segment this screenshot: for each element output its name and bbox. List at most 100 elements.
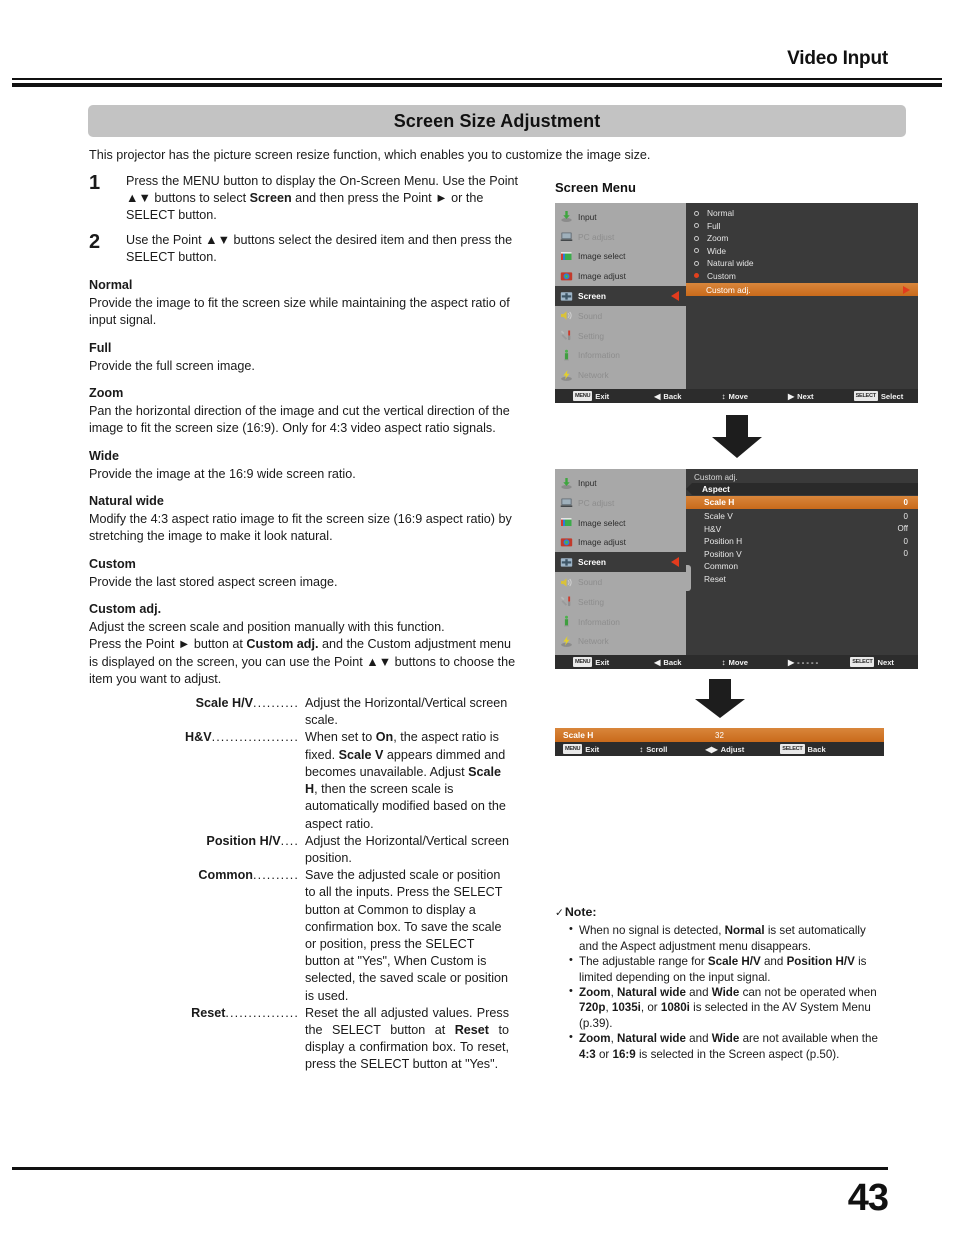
- osd-sidebar-item-pc-adjust[interactable]: PC adjust: [555, 227, 686, 247]
- osd-sidebar-item-image-adjust[interactable]: Image adjust: [555, 266, 686, 286]
- osd-foot-next[interactable]: ▶ Next: [788, 392, 814, 401]
- osd2-sidebar-item-setting[interactable]: Setting: [555, 592, 686, 612]
- adjustment-definition-list: Scale H/V.......... Adjust the Horizonta…: [89, 695, 509, 1073]
- osd2-foot-label-next: Next: [877, 657, 894, 667]
- custom-adj-paragraph: Press the Point ► button at Custom adj. …: [89, 637, 516, 686]
- osd-sidebar-item-screen[interactable]: Screen: [555, 286, 686, 306]
- cursor-left-icon: [671, 291, 679, 302]
- osd-item-value-position-h: 0: [903, 536, 908, 546]
- osd2-sidebar-label-information: Information: [578, 616, 620, 627]
- flow-arrow-1: [555, 415, 918, 459]
- osd2-sidebar-item-screen[interactable]: Screen: [555, 552, 686, 573]
- network-icon: [560, 369, 573, 382]
- osd2-sidebar-item-network[interactable]: Network: [555, 632, 686, 652]
- osd2-sidebar-item-image-adjust[interactable]: Image adjust: [555, 533, 686, 553]
- adj-row-scale-hv: Scale H/V.......... Adjust the Horizonta…: [89, 695, 509, 729]
- osd2-foot-move[interactable]: ↕ Move: [722, 658, 748, 667]
- osd-item-label-scale-h: Scale H: [704, 497, 735, 508]
- page-number: 43: [847, 1177, 889, 1219]
- osd-footer-bar-1: MENU Exit ◀ Back ↕ Move ▶ Next SELECT Se…: [555, 389, 918, 404]
- sound-icon: [560, 309, 573, 322]
- osd-foot-exit[interactable]: MENU Exit: [573, 391, 610, 402]
- osd-foot-select[interactable]: SELECT Select: [853, 391, 903, 402]
- osd-sidebar-item-input[interactable]: Input: [555, 207, 686, 227]
- osd-sidebar-2: Input PC adjust Image select Image adjus…: [555, 469, 686, 656]
- adj-desc-scale-hv: Adjust the Horizontal/Vertical screen sc…: [305, 696, 508, 728]
- osd2-sidebar-item-input[interactable]: Input: [555, 473, 686, 493]
- osd-foot-label-exit: Exit: [595, 391, 610, 401]
- information-icon: [560, 615, 573, 628]
- osd2-foot-next[interactable]: SELECT Next: [850, 657, 894, 668]
- adj-term-scale-hv: Scale H/V..........: [195, 696, 299, 711]
- term-full: Full: [89, 340, 112, 355]
- osd2-foot-dashes[interactable]: ▶ - - - - -: [788, 658, 818, 667]
- osd-aspect-option-zoom[interactable]: Zoom: [686, 232, 918, 245]
- osd-sidebar-label-pc-adjust: PC adjust: [578, 231, 615, 242]
- image-adjust-icon: [560, 536, 573, 549]
- osd-sidebar-item-sound[interactable]: Sound: [555, 306, 686, 326]
- osd2-foot-back[interactable]: ◀ Back: [654, 658, 681, 667]
- osd-aspect-option-custom[interactable]: Custom: [686, 270, 918, 283]
- term-custom: Custom: [89, 556, 136, 571]
- osd-item-position-v[interactable]: Position V 0: [686, 548, 918, 561]
- information-icon: [560, 349, 573, 362]
- osd-foot-move[interactable]: ↕ Move: [722, 392, 748, 401]
- desc-wide: Provide the image at the 16:9 wide scree…: [89, 466, 356, 481]
- osd2-foot-exit[interactable]: MENU Exit: [573, 657, 610, 668]
- section-title-bar: Screen Size Adjustment: [88, 105, 906, 137]
- term-normal: Normal: [89, 278, 133, 293]
- term-zoom: Zoom: [89, 386, 124, 401]
- osd3-foot-label-exit: Exit: [585, 744, 600, 754]
- osd-aspect-option-full[interactable]: Full: [686, 220, 918, 233]
- osd-item-reset[interactable]: Reset: [686, 573, 918, 586]
- osd-aspect-option-normal[interactable]: Normal: [686, 207, 918, 220]
- select-key-chip: SELECT: [780, 744, 805, 755]
- step-1-number: 1: [89, 172, 101, 194]
- osd2-sidebar-item-image-select[interactable]: Image select: [555, 513, 686, 533]
- osd-scale-h-row[interactable]: Scale H 32: [555, 728, 884, 743]
- osd3-foot-exit[interactable]: MENU Exit: [563, 744, 600, 755]
- osd-aspect-option-natural-wide[interactable]: Natural wide: [686, 257, 918, 270]
- osd-item-common[interactable]: Common: [686, 560, 918, 573]
- arrow-updown-icon: ↕: [721, 391, 726, 401]
- osd-sidebar-label-input: Input: [578, 211, 597, 222]
- osd-scale-h-bar: Scale H 32 MENU Exit ↕ Scroll ◀▶ Adjust …: [555, 728, 884, 757]
- note-item-2: The adjustable range for Scale H/V and P…: [569, 953, 885, 985]
- osd2-foot-label-exit: Exit: [595, 657, 610, 667]
- osd-sidebar-label-image-adjust: Image adjust: [578, 271, 626, 282]
- osd-item-position-h[interactable]: Position H 0: [686, 535, 918, 548]
- note-list: When no signal is detected, Normal is se…: [555, 922, 885, 1062]
- osd3-foot-adjust[interactable]: ◀▶ Adjust: [705, 745, 744, 754]
- note-item-1: When no signal is detected, Normal is se…: [569, 922, 885, 954]
- sound-icon: [560, 576, 573, 589]
- osd2-sidebar-item-sound[interactable]: Sound: [555, 572, 686, 592]
- osd3-foot-label-back: Back: [807, 744, 826, 754]
- osd-item-value-scale-v: 0: [903, 511, 908, 521]
- osd-sidebar-item-image-select[interactable]: Image select: [555, 247, 686, 267]
- screen-icon: [560, 290, 573, 303]
- osd-aspect-label-custom-adj: Custom adj.: [706, 284, 751, 295]
- osd-foot-back[interactable]: ◀ Back: [654, 392, 681, 401]
- adj-desc-hv: When set to On, the aspect ratio is fixe…: [305, 730, 506, 831]
- adj-desc-position-hv: Adjust the Horizontal/Vertical screen po…: [305, 833, 509, 865]
- osd-sidebar-item-information[interactable]: Information: [555, 346, 686, 366]
- menu-key-chip: MENU: [573, 657, 593, 668]
- osd-aspect-option-custom-adj[interactable]: Custom adj.: [686, 283, 918, 296]
- osd2-sidebar-item-pc-adjust[interactable]: PC adjust: [555, 493, 686, 513]
- osd3-foot-back[interactable]: SELECT Back: [780, 744, 826, 755]
- arrow-down-icon: [694, 679, 745, 719]
- osd-sidebar-item-setting[interactable]: Setting: [555, 326, 686, 346]
- osd-sidebar-label-screen: Screen: [578, 291, 606, 302]
- osd2-sidebar-item-information[interactable]: Information: [555, 612, 686, 632]
- osd2-sidebar-label-setting: Setting: [578, 596, 605, 607]
- osd-foot-label-move: Move: [728, 391, 748, 401]
- osd-item-scale-v[interactable]: Scale V 0: [686, 510, 918, 523]
- osd-aspect-option-wide[interactable]: Wide: [686, 245, 918, 258]
- term-natural-wide: Natural wide: [89, 494, 164, 509]
- osd-item-scale-h[interactable]: Scale H 0: [686, 496, 918, 509]
- note-heading: ✓Note:: [555, 905, 885, 921]
- osd3-foot-scroll[interactable]: ↕ Scroll: [639, 745, 667, 754]
- osd-sidebar-label-setting: Setting: [578, 330, 605, 341]
- osd-item-hv[interactable]: H&V Off: [686, 522, 918, 535]
- osd-sidebar-item-network[interactable]: Network: [555, 365, 686, 385]
